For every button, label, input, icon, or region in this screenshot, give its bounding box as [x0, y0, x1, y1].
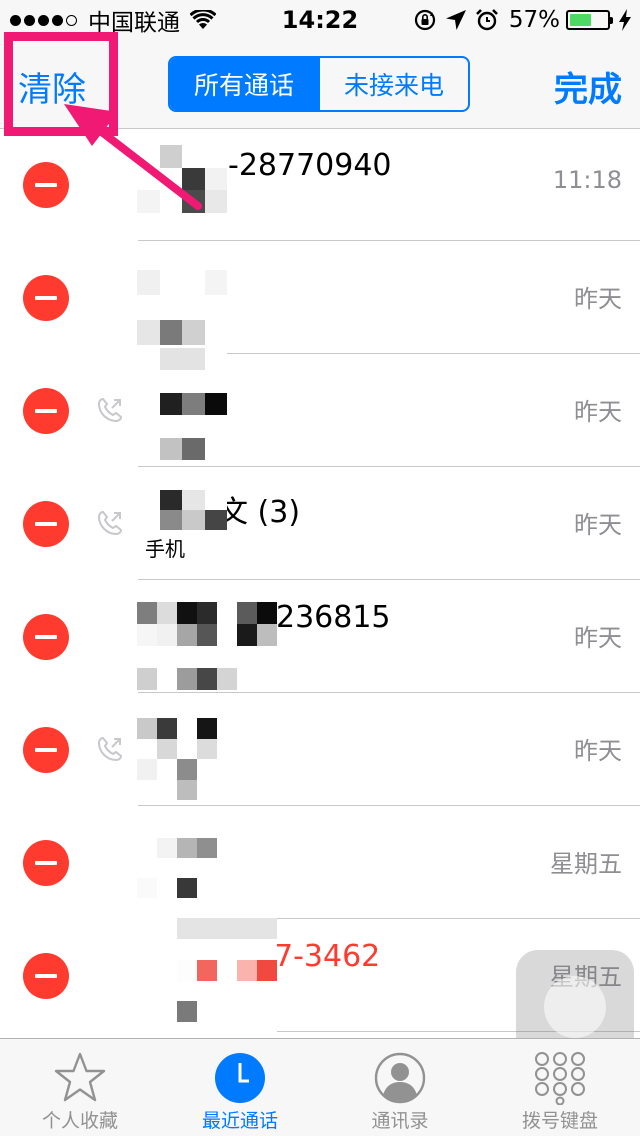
call-time: 星期五: [550, 850, 622, 878]
outgoing-call-icon: [97, 397, 123, 423]
location-icon: [445, 10, 466, 30]
delete-call-button[interactable]: [23, 388, 69, 434]
delete-call-button[interactable]: [23, 275, 69, 321]
segment-all-calls[interactable]: 所有通话: [170, 58, 318, 110]
clear-button[interactable]: 清除: [18, 62, 86, 111]
call-time: 昨天: [574, 398, 622, 426]
tab-label: 通讯录: [371, 1110, 429, 1132]
call-filter-segmented-control: 所有通话 未接来电: [168, 56, 470, 112]
delete-call-button[interactable]: [23, 501, 69, 547]
outgoing-call-icon: [97, 736, 123, 762]
call-time: 昨天: [574, 285, 622, 313]
call-row[interactable]: 昨天: [0, 241, 640, 354]
call-row[interactable]: 昨天: [0, 693, 640, 806]
alarm-icon: [475, 9, 498, 31]
battery-percent: 57%: [508, 7, 560, 33]
call-row[interactable]: 文 (3) 手机 昨天: [0, 467, 640, 580]
charging-icon: [619, 9, 631, 31]
status-right: 57%: [405, 6, 632, 34]
call-row[interactable]: 236815 昨天: [0, 580, 640, 693]
call-row[interactable]: 昨天: [0, 354, 640, 467]
battery-icon: [566, 10, 613, 30]
segment-missed-calls[interactable]: 未接来电: [318, 58, 468, 110]
call-time: 昨天: [574, 511, 622, 539]
call-row[interactable]: -28770940 11:18: [0, 128, 640, 241]
recent-calls-list: -28770940 11:18 昨天 昨天 文 (3) 手机 昨天 236815…: [0, 128, 640, 1036]
caller-name: -28770940: [228, 148, 392, 183]
rotation-lock-icon: [414, 9, 435, 31]
call-time: 昨天: [574, 624, 622, 652]
tab-label: 拨号键盘: [521, 1110, 598, 1132]
delete-call-button[interactable]: [23, 727, 69, 773]
status-bar: 中国联通 14:22 57%: [0, 0, 640, 40]
phone-screen: 中国联通 14:22 57% 清除 所有通话 未接来电 完成 -28770940…: [0, 0, 640, 1136]
tab-keypad[interactable]: 拨号键盘: [480, 1039, 640, 1136]
delete-call-button[interactable]: [23, 840, 69, 886]
delete-call-button[interactable]: [23, 953, 69, 999]
call-time: 11:18: [552, 166, 622, 194]
delete-call-button[interactable]: [23, 614, 69, 660]
caller-name: 文 (3): [218, 495, 301, 530]
navigation-bar: 清除 所有通话 未接来电 完成: [0, 40, 640, 129]
clock-icon: [215, 1053, 265, 1103]
contacts-icon: [374, 1052, 426, 1104]
delete-call-button[interactable]: [23, 162, 69, 208]
caller-label: 手机: [145, 537, 185, 561]
call-row[interactable]: 星期五: [0, 806, 640, 919]
tab-bar: 个人收藏 最近通话 通讯录 拨号键盘: [0, 1038, 640, 1136]
outgoing-call-icon: [97, 510, 123, 536]
tab-contacts[interactable]: 通讯录: [320, 1039, 480, 1136]
battery-fill: [570, 14, 591, 26]
call-time: 昨天: [574, 737, 622, 765]
tab-recents[interactable]: 最近通话: [160, 1039, 320, 1136]
tab-label: 最近通话: [201, 1110, 278, 1132]
tab-label: 个人收藏: [41, 1110, 118, 1132]
star-icon: [54, 1052, 106, 1102]
keypad-icon: [535, 1052, 585, 1105]
caller-name: 236815: [276, 600, 391, 635]
done-button[interactable]: 完成: [554, 62, 622, 111]
tab-favorites[interactable]: 个人收藏: [0, 1039, 160, 1136]
caller-name: 7-3462: [274, 939, 381, 974]
